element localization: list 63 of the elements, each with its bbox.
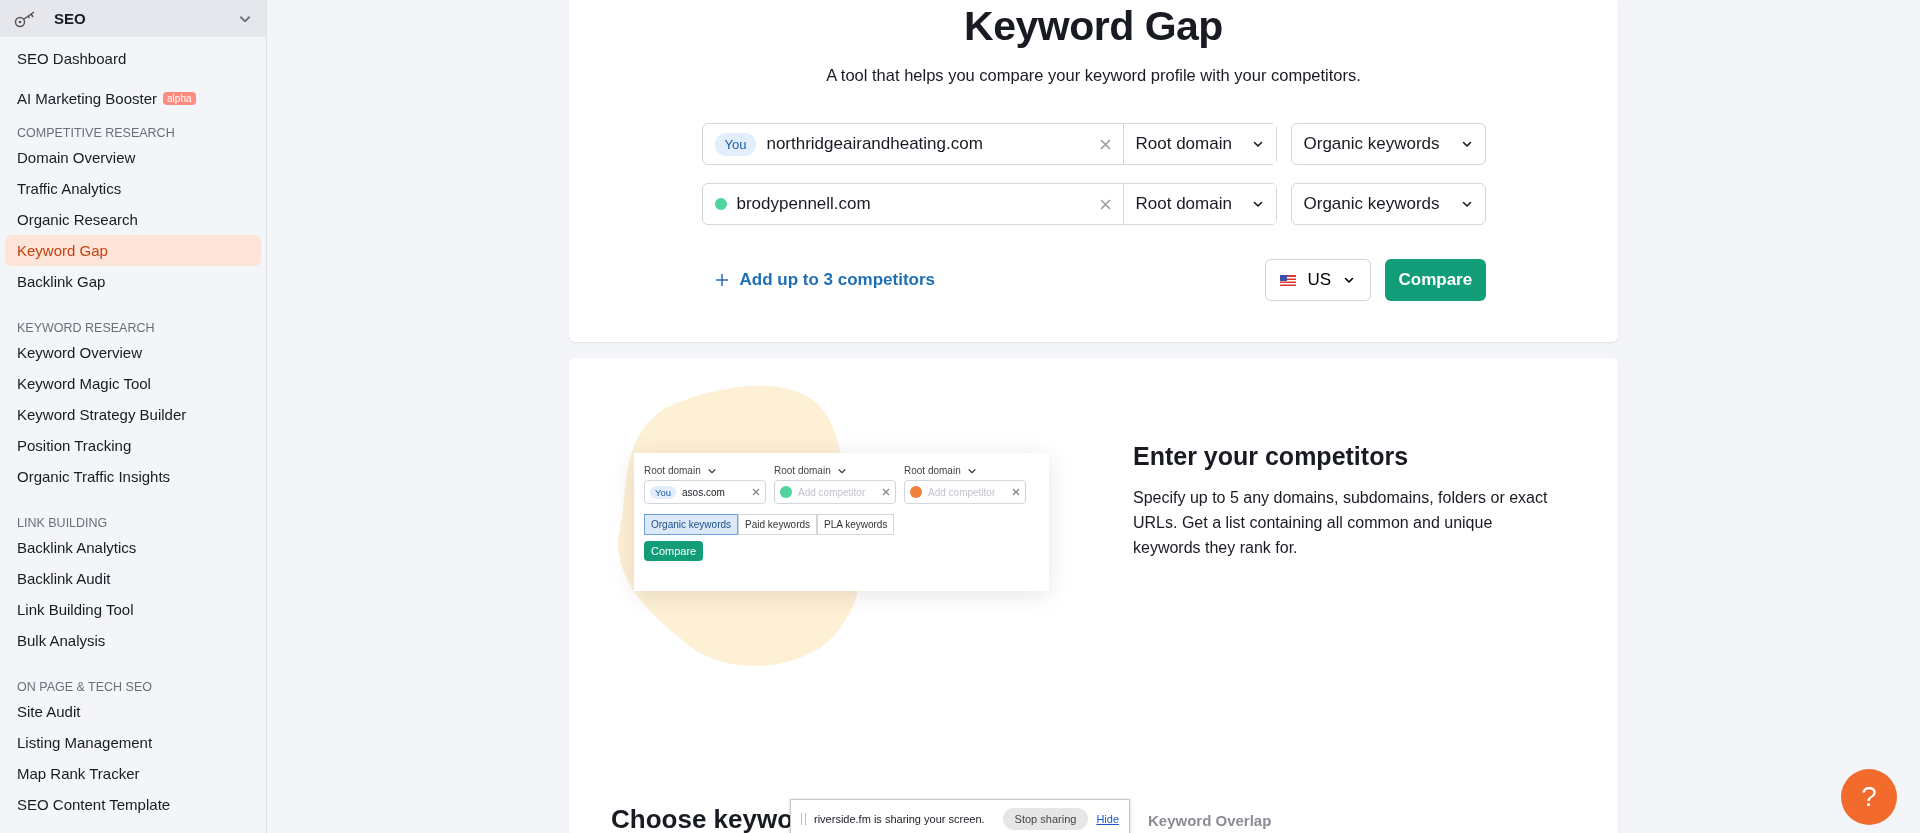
domain-value: northridgeairandheating.com [766,134,984,154]
preview-title: Keyword Overlap [1148,812,1272,831]
nav-item[interactable]: Keyword Magic Tool [5,368,261,399]
add-competitors-link[interactable]: Add up to 3 competitors [739,270,935,290]
scope-label: Root domain [904,465,1026,476]
nav-group-label: COMPETITIVE RESEARCH [16,125,176,142]
nav-group-label: ON PAGE & TECH SEO [16,679,153,696]
flag-icon [1279,274,1296,286]
close-icon [882,488,890,496]
share-message: riverside.fm is sharing your screen. [814,813,986,825]
nav-item[interactable]: Listing Management [5,727,261,758]
you-tag: You [714,132,757,156]
nav-item[interactable]: Domain Overview [5,142,261,173]
badge: alpha [163,92,196,105]
nav-item[interactable]: Backlink Analytics [5,532,261,563]
section-heading: Choose keywo [611,804,794,833]
nav-item[interactable]: SEO Content Template [5,789,261,820]
competitor-input[interactable]: Add competitor [798,486,876,498]
nav-item[interactable]: Link Building Tool [5,594,261,625]
nav-group-label: KEYWORD RESEARCH [16,320,156,337]
domain-field[interactable]: Add competitor [774,480,896,504]
nav-item[interactable]: Site Audit [5,696,261,727]
nav-item[interactable]: Organic Research [5,204,261,235]
keyword-type-dropdown[interactable]: Organic keywords [1290,123,1486,165]
section-header[interactable]: SEO [0,0,266,37]
domain-value: asos.com [682,486,726,498]
close-icon[interactable] [1099,198,1111,210]
nav-item[interactable]: Bulk Analysis [5,625,261,656]
scope-label: Root domain [644,465,766,476]
nav-item[interactable]: Keyword Gap [5,235,261,266]
you-tag: You [650,485,677,499]
nav-item[interactable]: Traffic Analytics [5,173,261,204]
close-icon [752,488,760,496]
nav-item-label: AI Marketing Booster [17,90,158,107]
nav-item[interactable]: Map Rank Tracker [5,758,261,789]
section-title: SEO [54,10,87,27]
country-dropdown[interactable]: US [1264,259,1371,301]
domain-value: brodypennell.com [736,194,872,214]
plus-icon[interactable] [715,274,728,286]
page-title: Keyword Gap [964,4,1223,48]
nav-item[interactable]: Backlink Audit [5,563,261,594]
nav-item[interactable]: AI Marketing Booster alpha [5,83,261,114]
feature-heading: Enter your competitors [1133,442,1410,471]
domain-field[interactable]: Add competitor [904,480,1026,504]
stop-sharing-button[interactable]: Stop sharing [1002,808,1089,830]
page-subtitle: A tool that helps you compare your keyword profile with your competitors. [826,66,1361,85]
nav-item[interactable]: Backlink Gap [5,266,261,297]
nav-group-label: LINK BUILDING [16,515,109,532]
close-icon[interactable] [1099,138,1111,150]
nav-item[interactable]: Keyword Strategy Builder [5,399,261,430]
nav-item[interactable]: Keyword Overview [5,337,261,368]
hide-link[interactable]: Hide [1096,813,1119,825]
nav-item[interactable]: Position Tracking [5,430,261,461]
nav-item[interactable]: Organic Traffic Insights [5,461,261,492]
scope-label: Root domain [774,465,896,476]
feature-description: Specify up to 5 any domains, subdomains, folders or exact URLs. Get a list containing all common and unique keywords they rank for. [1133,488,1549,558]
drag-handle[interactable] [801,813,806,825]
domain-field[interactable]: brodypennell.com Root domain [701,183,1277,225]
close-icon [1012,488,1020,496]
nav-item[interactable]: SEO Dashboard [5,43,261,74]
domain-field[interactable]: You northridgeairandheating.com Root domain [701,123,1277,165]
competitor-input[interactable]: Add competitor [928,486,1006,498]
keyword-type-dropdown[interactable]: Organic keywords [1290,183,1486,225]
